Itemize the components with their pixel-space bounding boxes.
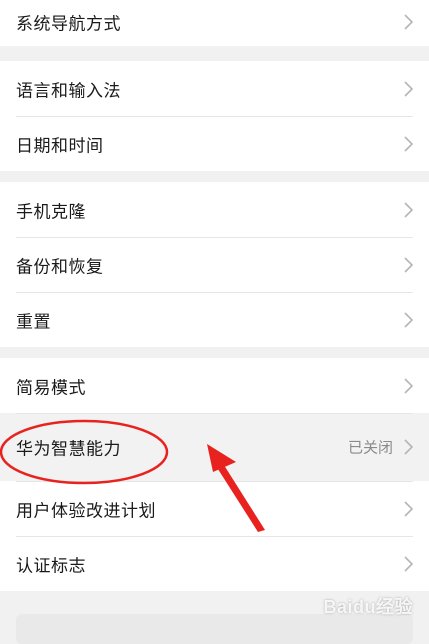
chevron-right-icon: [404, 256, 414, 273]
settings-item-simple-mode[interactable]: 简易模式: [0, 358, 429, 413]
section-gap: [0, 46, 429, 61]
settings-item-certification[interactable]: 认证标志: [0, 536, 429, 591]
settings-item-label: 简易模式: [16, 378, 86, 398]
chevron-right-icon: [404, 201, 414, 218]
settings-item-label: 华为智慧能力: [16, 439, 121, 460]
settings-item-date-time[interactable]: 日期和时间: [0, 116, 429, 171]
settings-item-reset[interactable]: 重置: [0, 292, 429, 347]
section-misc: 简易模式 华为智慧能力 已关闭 用户体验改进计划 认证标志: [0, 358, 429, 591]
settings-item-system-navigation[interactable]: 系统导航方式: [0, 0, 429, 46]
settings-item-label: 用户体验改进计划: [16, 501, 156, 521]
settings-item-label: 日期和时间: [16, 136, 104, 156]
status-value: 已关闭: [347, 438, 393, 457]
chevron-right-icon: [404, 377, 414, 394]
chevron-right-icon: [404, 500, 414, 517]
section-gap: [0, 171, 429, 182]
settings-item-label: 认证标志: [16, 556, 86, 576]
settings-item-label: 语言和输入法: [16, 81, 121, 101]
section-backup: 手机克隆 备份和恢复 重置: [0, 182, 429, 347]
settings-item-user-experience[interactable]: 用户体验改进计划: [0, 481, 429, 536]
settings-item-label: 备份和恢复: [16, 257, 104, 277]
settings-item-phone-clone[interactable]: 手机克隆: [0, 182, 429, 237]
settings-item-language-input[interactable]: 语言和输入法: [0, 61, 429, 116]
chevron-right-icon: [404, 555, 414, 572]
settings-item-label: 重置: [16, 312, 51, 332]
chevron-right-icon: [404, 80, 414, 97]
chevron-right-icon: [404, 439, 414, 455]
settings-item-label: 系统导航方式: [16, 14, 121, 35]
baidu-watermark: Baidu经验: [323, 597, 413, 617]
settings-item-backup-restore[interactable]: 备份和恢复: [0, 237, 429, 292]
chevron-right-icon: [404, 135, 414, 152]
chevron-right-icon: [404, 14, 414, 30]
section-gap: [0, 347, 429, 358]
settings-list: 系统导航方式 语言和输入法 日期和时间 手机克隆 备份和恢复 重置 简易模式 华…: [0, 0, 429, 591]
settings-item-huawei-intelligence[interactable]: 华为智慧能力 已关闭: [0, 413, 429, 481]
section-navigation: 系统导航方式: [0, 0, 429, 46]
settings-item-label: 手机克隆: [16, 202, 86, 222]
chevron-right-icon: [404, 311, 414, 328]
section-language-date: 语言和输入法 日期和时间: [0, 61, 429, 171]
